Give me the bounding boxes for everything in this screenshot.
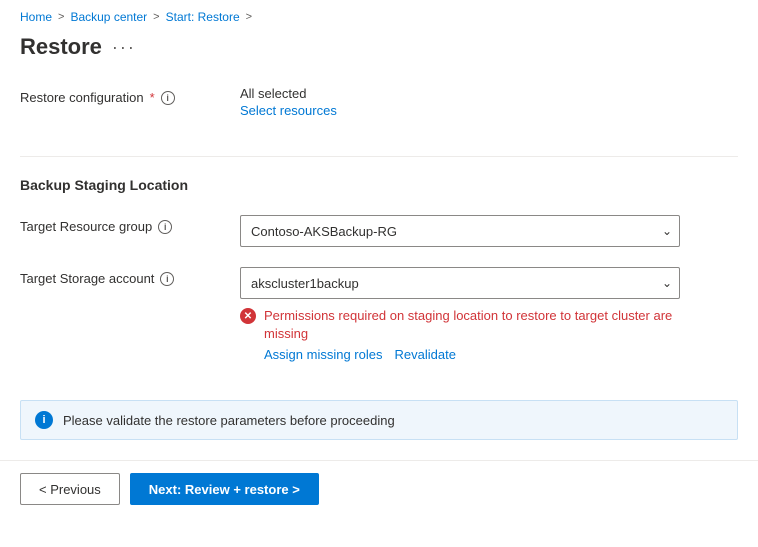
error-action-links: Assign missing roles Revalidate [264,347,680,362]
revalidate-link[interactable]: Revalidate [395,347,456,362]
target-resource-group-dropdown[interactable]: Contoso-AKSBackup-RG [240,215,680,247]
info-bar-icon: i [35,411,53,429]
previous-button[interactable]: < Previous [20,473,120,505]
error-content: Permissions required on staging location… [264,307,680,362]
select-resources-link[interactable]: Select resources [240,103,337,118]
target-storage-account-dropdown-container: akscluster1backup ⌄ [240,267,680,299]
restore-config-value: All selected Select resources [240,86,337,118]
target-storage-account-info-icon[interactable]: i [160,272,174,286]
breadcrumb-sep-3: > [246,11,252,23]
all-selected-text: All selected [240,86,337,101]
next-button[interactable]: Next: Review + restore > [130,473,319,505]
restore-config-row: Restore configuration * i All selected S… [20,76,738,128]
breadcrumb: Home > Backup center > Start: Restore > [0,0,758,30]
error-message-text: Permissions required on staging location… [264,307,680,343]
target-resource-group-dropdown-container: Contoso-AKSBackup-RG ⌄ [240,215,680,247]
storage-account-field-group: akscluster1backup ⌄ ✕ Permissions requir… [240,267,680,362]
target-resource-group-info-icon[interactable]: i [158,220,172,234]
page-header: Restore ··· [0,30,758,76]
target-storage-account-row: Target Storage account i akscluster1back… [20,257,738,372]
breadcrumb-start-restore[interactable]: Start: Restore [166,10,240,24]
info-bar: i Please validate the restore parameters… [20,400,738,440]
restore-config-info-icon[interactable]: i [161,91,175,105]
backup-staging-section: Backup Staging Location Target Resource … [20,161,738,372]
target-resource-group-label: Target Resource group i [20,215,220,234]
breadcrumb-sep-2: > [153,11,159,23]
error-circle-icon: ✕ [240,308,256,324]
section-divider [20,156,738,157]
target-resource-group-row: Target Resource group i Contoso-AKSBacku… [20,205,738,257]
restore-config-section: Restore configuration * i All selected S… [20,76,738,128]
breadcrumb-sep-1: > [58,11,64,23]
breadcrumb-home[interactable]: Home [20,10,52,24]
target-storage-account-label: Target Storage account i [20,267,220,286]
restore-config-label-text: Restore configuration [20,90,144,105]
permission-error-block: ✕ Permissions required on staging locati… [240,307,680,362]
more-options-icon[interactable]: ··· [112,37,136,58]
required-indicator: * [150,90,155,105]
backup-staging-title: Backup Staging Location [20,161,738,205]
footer: < Previous Next: Review + restore > [0,460,758,517]
main-content: Restore configuration * i All selected S… [0,76,758,440]
page-title: Restore [20,34,102,60]
target-resource-group-label-text: Target Resource group [20,219,152,234]
assign-missing-roles-link[interactable]: Assign missing roles [264,347,383,362]
restore-config-label: Restore configuration * i [20,86,220,105]
info-bar-text: Please validate the restore parameters b… [63,413,395,428]
target-storage-account-dropdown[interactable]: akscluster1backup [240,267,680,299]
breadcrumb-backup-center[interactable]: Backup center [70,10,147,24]
target-storage-account-label-text: Target Storage account [20,271,154,286]
